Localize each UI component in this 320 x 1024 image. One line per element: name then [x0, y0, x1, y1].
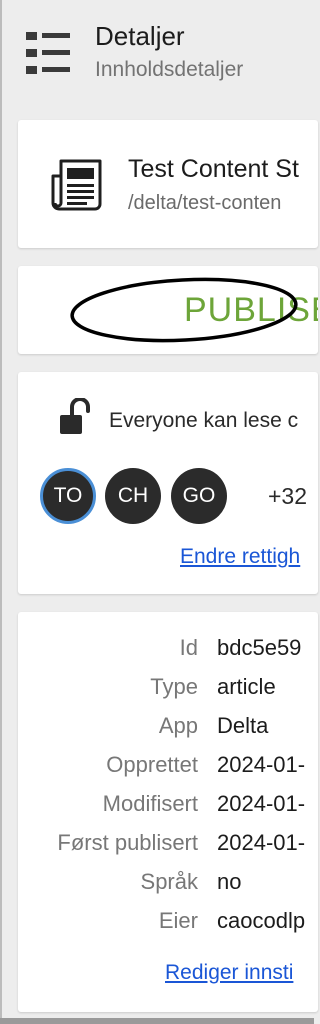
access-card: Everyone kan lese c TO CH GO +32 Endre r…	[18, 372, 318, 594]
status-card: PUBLISE	[18, 266, 318, 354]
meta-label-created: Opprettet	[106, 752, 198, 777]
details-header: Detaljer Innholdsdetaljer	[2, 0, 314, 104]
list-menu-icon[interactable]	[26, 32, 70, 76]
unlocked-padlock-icon	[58, 397, 94, 436]
content-title: Test Content St	[128, 155, 299, 183]
bottom-border	[0, 1018, 314, 1024]
content-card[interactable]: Test Content St /delta/test-conten	[18, 120, 318, 248]
meta-value-app: Delta	[217, 713, 269, 738]
meta-label-owner: Eier	[158, 908, 198, 933]
left-border	[0, 0, 2, 1024]
content-path: /delta/test-conten	[128, 192, 282, 214]
access-description: Everyone kan lese c	[109, 409, 299, 432]
meta-label-type: Type	[150, 674, 198, 699]
edit-settings-link[interactable]: Rediger innsti	[165, 960, 293, 986]
change-permissions-link[interactable]: Endre rettigh	[180, 544, 300, 570]
avatar[interactable]: GO	[171, 468, 227, 524]
meta-value-id: bdc5e59	[217, 635, 302, 660]
meta-value-created: 2024-01-	[217, 752, 306, 777]
meta-value-first-published: 2024-01-	[217, 830, 306, 855]
meta-label-app: App	[158, 713, 198, 738]
meta-label-id: Id	[179, 635, 198, 660]
meta-value-type: article	[217, 674, 276, 699]
meta-label-language: Språk	[140, 869, 198, 894]
newspaper-icon	[51, 158, 103, 212]
meta-label-first-published: Først publisert	[57, 830, 198, 855]
metadata-card: Id bdc5e59 Type article App Delta Oppret…	[18, 612, 318, 1012]
avatar[interactable]: CH	[105, 468, 161, 524]
publish-status: PUBLISE	[184, 291, 318, 329]
more-users-count[interactable]: +32	[268, 482, 307, 510]
page-title: Detaljer	[95, 21, 185, 51]
meta-label-modified: Modifisert	[102, 791, 198, 816]
meta-value-owner: caocodlp	[217, 908, 306, 933]
meta-value-modified: 2024-01-	[217, 791, 306, 816]
meta-value-language: no	[217, 869, 242, 894]
page-subtitle: Innholdsdetaljer	[95, 58, 244, 81]
avatar[interactable]: TO	[40, 468, 96, 524]
